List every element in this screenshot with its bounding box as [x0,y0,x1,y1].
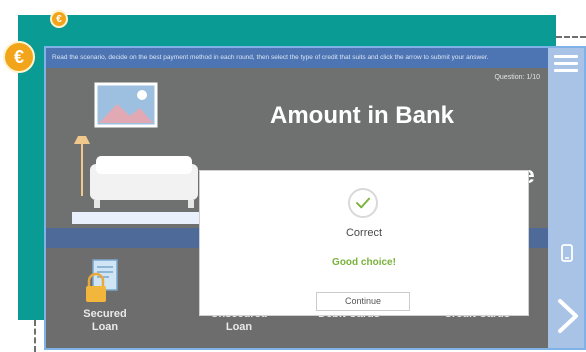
question-counter: Question: 1/10 [494,74,540,81]
side-panel [548,48,584,348]
option-label: Secured [83,308,127,320]
feedback-message: Good choice! [332,257,396,268]
living-room-illustration [72,82,202,224]
coin-icon-large: € [3,41,35,73]
lock-document-icon [86,259,118,302]
checkmark-icon [348,188,378,218]
dashed-guide-horizontal [556,36,586,38]
coin-icon-small: € [50,10,68,28]
phone-icon[interactable] [559,244,575,264]
instruction-bar: Read the scenario, decide on the best pa… [46,48,548,68]
next-arrow-icon[interactable] [554,298,580,334]
coin-symbol: € [13,46,24,67]
option-label-line2: Loan [225,321,253,333]
coin-symbol: € [56,13,62,25]
option-label-line2: Loan [91,321,119,333]
continue-button[interactable]: Continue [316,292,410,311]
hamburger-menu-icon[interactable] [554,52,578,74]
option-secured-loan[interactable]: Secured Loan [50,248,160,348]
feedback-dialog: Correct Good choice! Continue [199,170,529,316]
game-window: Read the scenario, decide on the best pa… [44,46,586,350]
result-status: Correct [345,227,383,239]
dashed-guide-vertical [34,320,36,352]
title-amount-in-bank: Amount in Bank [270,102,454,129]
